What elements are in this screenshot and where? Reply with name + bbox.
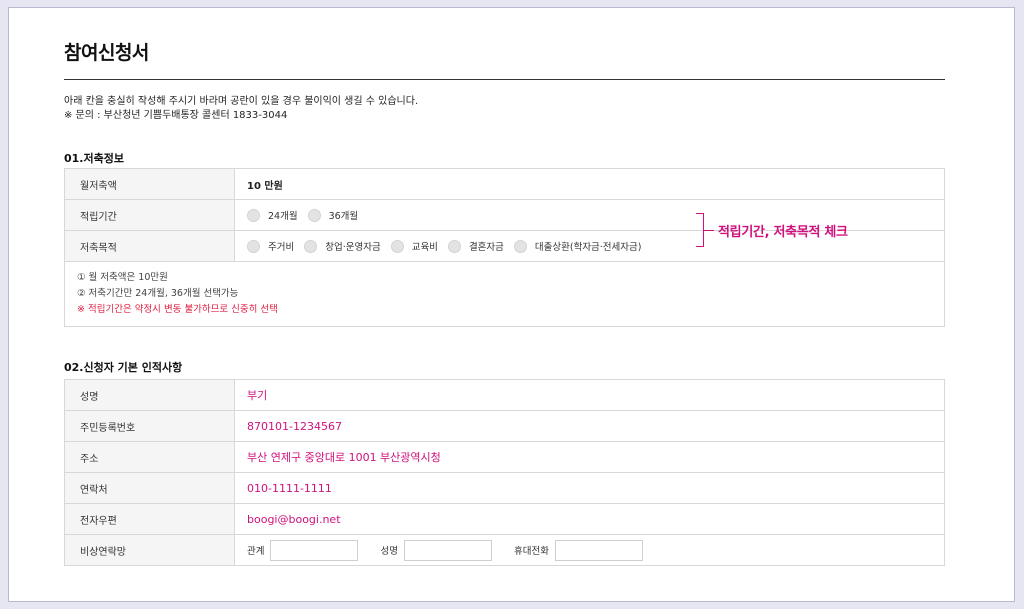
emergency-name-input[interactable] [403, 539, 492, 561]
name-label: 성명 [64, 379, 235, 411]
radio-circle-icon[interactable] [447, 239, 461, 253]
resident-number-value: 870101-1234567 [234, 410, 945, 442]
phone-label: 연락처 [64, 472, 235, 504]
phone-value: 010-1111-1111 [234, 472, 945, 504]
table-row: 주소 부산 연제구 중앙대로 1001 부산광역시청 [64, 441, 945, 473]
applicant-section-title: 02.신청자 기본 인적사항 [64, 361, 183, 374]
radio-label: 창업·운영자금 [325, 242, 381, 253]
radio-label: 주거비 [268, 242, 295, 253]
purpose-option-housing[interactable]: 주거비 [247, 239, 294, 253]
emergency-label: 비상연락망 [64, 534, 235, 566]
note-item: ② 저축기간만 24개월, 36개월 선택가능 [77, 288, 239, 299]
mobile-label: 휴대전화 [513, 546, 549, 557]
savings-notes: ① 월 저축액은 10만원 ② 저축기간만 24개월, 36개월 선택가능 ※ … [64, 261, 945, 327]
radio-circle-icon[interactable] [247, 239, 260, 253]
period-option-24[interactable]: 24개월 [247, 208, 298, 222]
address-value: 부산 연제구 중앙대로 1001 부산광역시청 [234, 441, 945, 473]
emergency-name-label: 성명 [380, 546, 398, 557]
table-row: 비상연락망 관계 성명 휴대전화 [64, 534, 945, 566]
purpose-option-startup[interactable]: 창업·운영자금 [304, 239, 381, 253]
table-row: 연락처 010-1111-1111 [64, 472, 945, 504]
purpose-option-loan[interactable]: 대출상환(학자금·전세자금) [513, 239, 642, 253]
radio-label: 36개월 [328, 211, 359, 222]
relation-label: 관계 [247, 546, 265, 557]
period-option-36[interactable]: 36개월 [307, 208, 359, 222]
emergency-contact-fields: 관계 성명 휴대전화 [247, 539, 944, 561]
email-label: 전자우편 [64, 503, 235, 535]
radio-label: 교육비 [411, 242, 438, 253]
purpose-option-education[interactable]: 교육비 [390, 239, 438, 253]
table-row: 성명 부기 [64, 379, 945, 411]
callout-bracket [696, 213, 704, 247]
address-label: 주소 [64, 441, 235, 473]
table-row: ① 월 저축액은 10만원 ② 저축기간만 24개월, 36개월 선택가능 ※ … [64, 261, 945, 327]
radio-label: 결혼자금 [468, 242, 504, 253]
page-title: 참여신청서 [64, 42, 149, 64]
table-row: 월저축액 10 만원 [64, 168, 945, 200]
intro-line-1: 아래 칸을 충실히 작성해 주시기 바라며 공란이 있을 경우 불이익이 생길 … [64, 96, 419, 107]
radio-circle-icon[interactable] [307, 208, 321, 222]
email-value: boogi@boogi.net [234, 503, 945, 535]
monthly-label: 월저축액 [64, 168, 235, 200]
note-item: ① 월 저축액은 10만원 [77, 272, 168, 283]
savings-section-title: 01.저축정보 [64, 152, 124, 165]
relation-input[interactable] [270, 539, 359, 561]
monthly-value: 10 만원 [234, 168, 945, 200]
purpose-label: 저축목적 [64, 230, 235, 262]
period-label: 적립기간 [64, 199, 235, 231]
radio-circle-icon[interactable] [247, 208, 260, 222]
table-row: 주민등록번호 870101-1234567 [64, 410, 945, 442]
radio-circle-icon[interactable] [390, 239, 404, 253]
purpose-option-wedding[interactable]: 결혼자금 [447, 239, 504, 253]
savings-table: 월저축액 10 만원 적립기간 24개월 36개월 저축목적 주거비 창업·운영… [64, 168, 945, 327]
period-radio-group: 24개월 36개월 [247, 208, 944, 222]
intro-line-2: ※ 문의 : 부산청년 기쁨두배통장 콜센터 1833-3044 [64, 110, 288, 121]
table-row: 전자우편 boogi@boogi.net [64, 503, 945, 535]
radio-label: 대출상환(학자금·전세자금) [534, 242, 642, 253]
form-page: 참여신청서 아래 칸을 충실히 작성해 주시기 바라며 공란이 있을 경우 불이… [8, 7, 1015, 602]
resident-number-label: 주민등록번호 [64, 410, 235, 442]
note-warning: ※ 적립기간은 약정시 변동 불가하므로 신중히 선택 [77, 304, 278, 315]
title-divider [64, 79, 945, 80]
radio-label: 24개월 [268, 211, 298, 222]
radio-circle-icon[interactable] [513, 239, 527, 253]
purpose-radio-group: 주거비 창업·운영자금 교육비 결혼자금 대출상환(학자금·전세자금) [247, 239, 944, 253]
intro-text: 아래 칸을 충실히 작성해 주시기 바라며 공란이 있을 경우 불이익이 생길 … [64, 95, 418, 123]
radio-circle-icon[interactable] [304, 239, 318, 253]
applicant-table: 성명 부기 주민등록번호 870101-1234567 주소 부산 연제구 중앙… [64, 379, 945, 566]
mobile-input[interactable] [554, 539, 643, 561]
name-value: 부기 [234, 379, 945, 411]
callout-line [704, 230, 714, 231]
callout-text: 적립기간, 저축목적 체크 [718, 225, 848, 240]
